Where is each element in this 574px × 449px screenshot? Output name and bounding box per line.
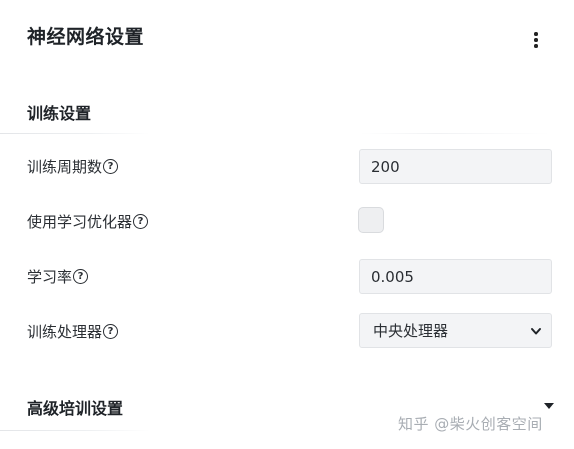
section-divider	[360, 133, 550, 134]
learning-rate-label-text: 学习率	[27, 268, 73, 286]
more-vertical-icon[interactable]	[526, 30, 546, 50]
chevron-down-icon	[531, 327, 541, 334]
help-circle-icon[interactable]: ?	[103, 159, 119, 174]
panel-title: 神经网络设置	[27, 26, 145, 48]
optimizer-label: 使用学习优化器?	[27, 211, 149, 232]
help-circle-icon[interactable]: ?	[103, 324, 119, 339]
optimizer-label-text: 使用学习优化器	[27, 213, 133, 231]
watermark: 知乎 @柴火创客空间	[398, 415, 543, 433]
section-divider	[0, 430, 150, 431]
processor-label: 训练处理器?	[27, 321, 119, 342]
section-title-advanced[interactable]: 高级培训设置	[27, 395, 123, 419]
section-title-training: 训练设置	[27, 104, 92, 123]
use-optimizer-checkbox[interactable]	[358, 207, 384, 233]
epochs-input[interactable]: 200	[359, 149, 552, 184]
processor-select[interactable]: 中央处理器	[359, 313, 552, 348]
processor-select-value: 中央处理器	[373, 322, 449, 340]
processor-label-text: 训练处理器	[27, 323, 103, 341]
caret-down-icon[interactable]	[544, 403, 554, 409]
epochs-label-text: 训练周期数	[27, 158, 103, 176]
learning-rate-label: 学习率?	[27, 266, 89, 287]
help-circle-icon[interactable]: ?	[73, 269, 89, 284]
panel-header: 神经网络设置	[0, 0, 574, 72]
help-circle-icon[interactable]: ?	[133, 214, 149, 229]
learning-rate-input[interactable]: 0.005	[359, 259, 552, 294]
section-divider	[0, 133, 150, 134]
epochs-label: 训练周期数?	[27, 156, 119, 177]
